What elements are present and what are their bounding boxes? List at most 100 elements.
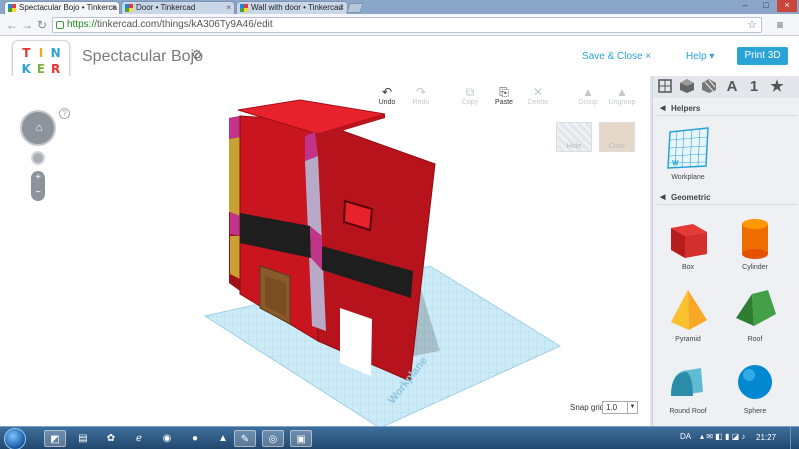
snap-grid-select[interactable]: 1.0 ▼ [602,401,638,414]
ungroup-label: Ungroup [608,99,636,106]
close-tab-icon[interactable]: × [226,2,231,14]
windows-taskbar: ◩ ▤ ✿ ℯ ◉ ● ▲ ✎ ◎ ▣ DA ▴ ✉ ◧ ▮ ◪ ♪ 21:27 [0,426,799,449]
print-3d-button[interactable]: Print 3D [737,47,788,65]
clock[interactable]: 21:27 [756,433,776,442]
tinkercad-favicon-icon [125,4,133,12]
workplane-icon: W [667,127,709,169]
show-desktop-button[interactable] [790,427,799,449]
close-tab-icon[interactable]: × [339,2,344,14]
start-button[interactable] [4,428,26,449]
tray-icons[interactable]: ▴ ✉ ◧ ▮ ◪ ♪ [700,432,745,441]
home-icon[interactable]: ⌂ [33,122,45,134]
gear-icon[interactable]: ⚙ [191,47,203,63]
help-menu[interactable]: Help ▾ [686,51,714,62]
geometric-section-header[interactable]: ◀ Geometric [657,191,797,205]
shape-label: Box [681,264,695,271]
workplane-helper[interactable]: W Workplane [658,124,718,181]
shape-round-roof[interactable]: Round Roof [658,358,718,415]
redo-label: Redo [412,99,430,106]
symbols-tab[interactable]: ★ [768,78,786,96]
delete-button[interactable]: ✕ Delete [521,85,555,106]
reload-icon[interactable]: ↻ [35,18,49,32]
forward-arrow-icon[interactable]: → [20,18,34,32]
helpers-section-header[interactable]: ◀ Helpers [657,102,797,116]
magenta-joint-middle [230,212,240,236]
3d-viewport[interactable] [0,76,650,426]
browser-menu-icon[interactable]: ≡ [772,18,788,32]
logo-letter: I [38,46,44,60]
group-button[interactable]: ▲ Group [571,85,605,106]
shapes-panel: A 1 ★ ◀ Helpers W Workplane ◀ Geometric … [652,76,799,426]
taskbar-app-icon[interactable]: ✎ [234,430,256,447]
numbers-tab[interactable]: 1 [745,78,763,96]
taskbar-media-icon[interactable]: ✿ [100,430,122,447]
taskbar-ie-icon[interactable]: ℯ [128,430,150,447]
url-scheme: https:// [67,19,98,30]
paste-button[interactable]: ⎘ Paste [487,85,521,106]
shape-sphere[interactable]: Sphere [725,358,785,415]
taskbar-app-icon[interactable]: ◩ [44,430,66,447]
url-input[interactable]: https://tinkercad.com/things/kA306Ty9A46… [52,17,762,33]
logo-letter: N [50,46,61,60]
taskbar-app-icon[interactable]: ● [184,430,206,447]
language-indicator[interactable]: DA [680,432,691,441]
letters-tab[interactable]: A [723,78,741,96]
copy-button[interactable]: ⧉ Copy [453,85,487,106]
bookmark-star-icon[interactable]: ☆ [747,18,757,32]
help-question-icon[interactable]: ? [59,108,70,119]
taskbar-app-icon[interactable]: ◉ [156,430,178,447]
browser-tab[interactable]: Door • Tinkercad × [121,1,235,14]
back-arrow-icon[interactable]: ← [5,18,19,32]
design-workspace[interactable]: Workplane [0,76,650,426]
zoom-in-icon[interactable]: + [31,171,45,186]
magenta-joint [229,116,240,139]
orbit-control[interactable]: ⌂ [20,110,56,146]
group-label: Group [578,99,598,106]
paste-icon: ⎘ [499,85,509,99]
color-swatch[interactable]: Color [599,122,635,152]
zoom-out-icon[interactable]: − [31,186,45,201]
group-icon: ▲ [582,85,594,99]
tinkercad-favicon-icon [240,4,248,12]
fit-view-button[interactable] [31,151,45,165]
grid-tab-icon[interactable] [656,78,674,96]
taskbar-app-icon[interactable]: ▣ [290,430,312,447]
close-window-icon[interactable]: × [777,0,797,12]
hole-swatch[interactable]: Hole [556,122,592,152]
sphere-icon [738,365,772,399]
shape-pyramid[interactable]: Pyramid [658,286,718,343]
browser-tab-label: Wall with door • Tinkercad [251,3,343,12]
new-tab-button[interactable] [346,3,364,13]
taskbar-vlc-icon[interactable]: ▲ [212,430,234,447]
address-bar: ← → ↻ https://tinkercad.com/things/kA306… [0,14,799,36]
browser-tab[interactable]: Wall with door • Tinkercad × [236,1,348,14]
box-icon [671,224,707,258]
browser-tab-active[interactable]: Spectacular Bojo • Tinkerca × [4,1,120,14]
redo-icon: ↷ [415,85,427,99]
save-close-link[interactable]: Save & Close × [582,51,651,62]
taskbar-folder-icon[interactable]: ▤ [72,430,94,447]
panel-tabs: A 1 ★ [653,76,799,98]
minimize-icon[interactable]: – [735,0,755,12]
shape-cylinder[interactable]: Cylinder [725,214,785,271]
maximize-icon[interactable]: □ [756,0,776,12]
undo-button[interactable]: ↶ Undo [370,85,404,106]
redo-button[interactable]: ↷ Redo [404,85,438,106]
logo-letter: T [22,46,31,60]
pattern-tab-icon[interactable] [700,78,718,96]
snap-grid-label: Snap grid [570,403,605,412]
taskbar-chrome-icon[interactable]: ◎ [262,430,284,447]
ungroup-button[interactable]: ▲ Ungroup [605,85,639,106]
design-title[interactable]: Spectacular Bojo [82,48,203,66]
shape-label: Sphere [743,408,767,415]
browser-tab-label: Door • Tinkercad [136,3,196,12]
zoom-control[interactable]: + − [31,171,45,201]
chevron-down-icon: ◀ [660,105,666,112]
close-tab-icon[interactable]: × [111,2,116,14]
shape-box[interactable]: Box [658,214,718,271]
cube-tab-icon[interactable] [678,78,696,96]
pyramid-icon [671,290,707,330]
cylinder-icon [742,219,768,259]
shape-roof[interactable]: Roof [725,286,785,343]
chevron-down-icon: ▼ [627,402,637,413]
